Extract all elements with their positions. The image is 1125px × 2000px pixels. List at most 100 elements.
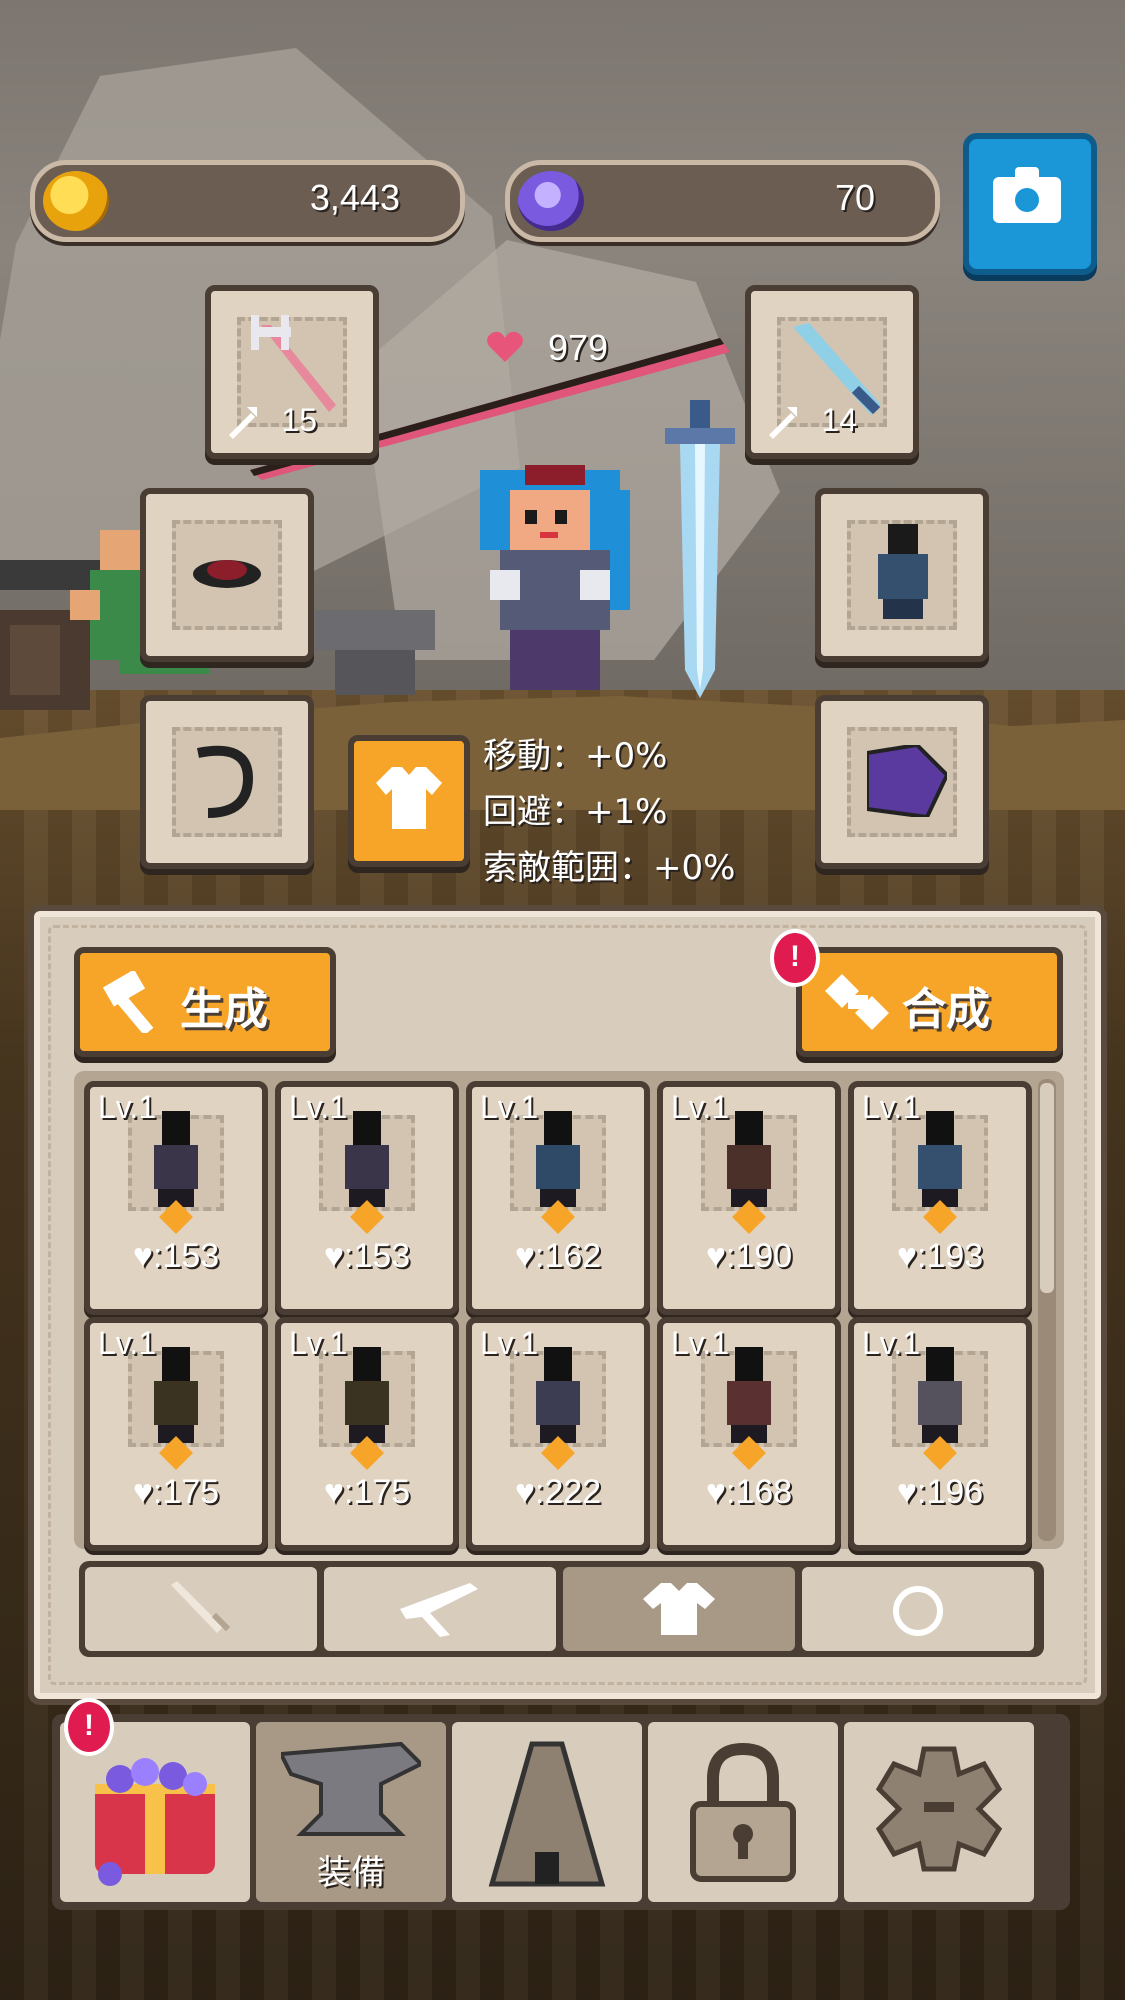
sword-icon — [171, 1581, 231, 1633]
nav-tower[interactable] — [452, 1722, 642, 1902]
anvil-icon — [281, 1741, 421, 1836]
bottom-navigation: 装備 — [52, 1714, 1070, 1910]
tab-armor[interactable] — [563, 1567, 795, 1651]
armor-item-icon — [154, 1347, 198, 1443]
item-grid-scrollbar[interactable] — [1038, 1079, 1056, 1541]
item-hp: ♥:222 — [514, 1473, 602, 1511]
item-card[interactable]: Lv.1 ♥:153 — [275, 1081, 459, 1315]
generate-button[interactable]: 生成 — [74, 947, 336, 1057]
lock-icon — [690, 1742, 796, 1882]
gem-counter: 70 — [505, 160, 940, 242]
item-level: Lv.1 — [98, 1089, 157, 1125]
anvil-prop — [315, 610, 435, 695]
item-level: Lv.1 — [98, 1325, 157, 1361]
armor-icon — [643, 1583, 715, 1635]
item-level: Lv.1 — [289, 1325, 348, 1361]
item-hp: ♥:196 — [896, 1473, 984, 1511]
bow-icon — [400, 1583, 478, 1637]
gem-icon — [518, 171, 584, 231]
item-card[interactable]: Lv.1 ♥:196 — [848, 1317, 1032, 1551]
tab-accessory[interactable] — [802, 1567, 1034, 1651]
tower-icon — [488, 1741, 606, 1887]
weapon-right-count: 14 — [821, 402, 857, 438]
nav-locked[interactable] — [648, 1722, 838, 1902]
item-level: Lv.1 — [480, 1089, 539, 1125]
treasure-chest-icon — [95, 1758, 215, 1886]
whip-icon — [197, 745, 254, 818]
item-hp: ♥:168 — [705, 1473, 793, 1511]
item-card[interactable]: Lv.1 ♥:222 — [466, 1317, 650, 1551]
ring-icon — [893, 1586, 943, 1636]
item-card[interactable]: Lv.1 ♥:153 — [84, 1081, 268, 1315]
coin-counter: 3,443 — [30, 160, 465, 242]
item-hp: ♥:175 — [323, 1473, 411, 1511]
stat-evade: 回避：+1% — [483, 792, 668, 832]
weapon-left-count: 15 — [281, 402, 317, 438]
armor-item-icon — [536, 1111, 580, 1207]
stat-list: 移動：+0% 回避：+1% 索敵範囲：+0% — [483, 728, 735, 896]
coin-icon — [43, 171, 109, 231]
game-scene: 3,443 70 15 14 979 移動：+0% 回避：+1% 索敵範囲：+0… — [0, 0, 1125, 2000]
armor-category-button[interactable] — [348, 735, 470, 867]
coin-amount: 3,443 — [309, 177, 400, 218]
stat-move: 移動：+0% — [483, 736, 668, 776]
armor-item-icon — [878, 524, 928, 619]
equip-slot-weapon-left[interactable]: 15 — [205, 285, 379, 459]
treasure-notification-badge: ! — [64, 1698, 114, 1756]
item-hp: ♥:193 — [896, 1237, 984, 1275]
item-level: Lv.1 — [671, 1325, 730, 1361]
item-level: Lv.1 — [671, 1089, 730, 1125]
item-hp: ♥:175 — [132, 1473, 220, 1511]
item-card[interactable]: Lv.1 ♥:162 — [466, 1081, 650, 1315]
item-card[interactable]: Lv.1 ♥:175 — [84, 1317, 268, 1551]
item-level: Lv.1 — [862, 1089, 921, 1125]
combine-label: 合成 — [902, 984, 990, 1035]
item-card[interactable]: Lv.1 ♥:168 — [657, 1317, 841, 1551]
arrow-icon — [229, 407, 257, 439]
shield-item-icon — [867, 745, 947, 817]
generate-label: 生成 — [180, 984, 268, 1035]
nav-equipment[interactable]: 装備 — [256, 1722, 446, 1902]
nav-settings[interactable] — [844, 1722, 1034, 1902]
item-grid[interactable]: Lv.1 ♥:153 Lv.1 ♥:153 Lv.1 ♥:162 Lv.1 ♥:190 Lv.1… — [74, 1071, 1064, 1551]
camera-icon — [993, 167, 1061, 223]
tab-ranged[interactable] — [324, 1567, 556, 1651]
arrow-icon — [769, 407, 797, 439]
item-hp: ♥:153 — [132, 1237, 220, 1275]
equip-slot-armor[interactable] — [815, 488, 989, 662]
armor-item-icon — [727, 1111, 771, 1207]
stat-search-range: 索敵範囲：+0% — [483, 848, 736, 888]
camera-button[interactable] — [963, 133, 1097, 275]
gem-amount: 70 — [834, 177, 875, 218]
equip-slot-accessory[interactable] — [140, 695, 314, 869]
equip-slot-helmet[interactable] — [140, 488, 314, 662]
armor-item-icon — [345, 1347, 389, 1443]
item-level: Lv.1 — [480, 1325, 539, 1361]
tab-weapon[interactable] — [85, 1567, 317, 1651]
equipment-panel: 生成 合成 ! Lv.1 ♥:153 Lv.1 ♥:153 Lv.1 ♥:162 Lv.1 ♥… — [28, 905, 1107, 1705]
armor-item-icon — [727, 1347, 771, 1443]
hat-icon — [193, 560, 261, 588]
heart-icon — [487, 331, 523, 362]
combine-button[interactable]: 合成 — [796, 947, 1063, 1057]
armor-item-icon — [154, 1111, 198, 1207]
item-hp: ♥:153 — [323, 1237, 411, 1275]
item-level: Lv.1 — [862, 1325, 921, 1361]
combine-notification-badge: ! — [770, 929, 820, 987]
item-card[interactable]: Lv.1 ♥:175 — [275, 1317, 459, 1551]
scrollbar-thumb[interactable] — [1040, 1083, 1054, 1293]
item-hp: ♥:190 — [705, 1237, 793, 1275]
item-card[interactable]: Lv.1 ♥:193 — [848, 1081, 1032, 1315]
equip-slot-shield[interactable] — [815, 695, 989, 869]
combine-icon — [825, 974, 889, 1030]
category-tabs — [79, 1561, 1044, 1657]
nav-equipment-label: 装備 — [317, 1853, 385, 1893]
item-card[interactable]: Lv.1 ♥:190 — [657, 1081, 841, 1315]
player-hp: 979 — [548, 327, 609, 368]
shirt-icon — [376, 767, 442, 829]
hammer-icon — [102, 971, 154, 1033]
equip-slot-weapon-right[interactable]: 14 — [745, 285, 919, 459]
armor-item-icon — [345, 1111, 389, 1207]
gear-icon — [875, 1746, 1003, 1872]
ice-sword-graphic — [665, 400, 735, 698]
